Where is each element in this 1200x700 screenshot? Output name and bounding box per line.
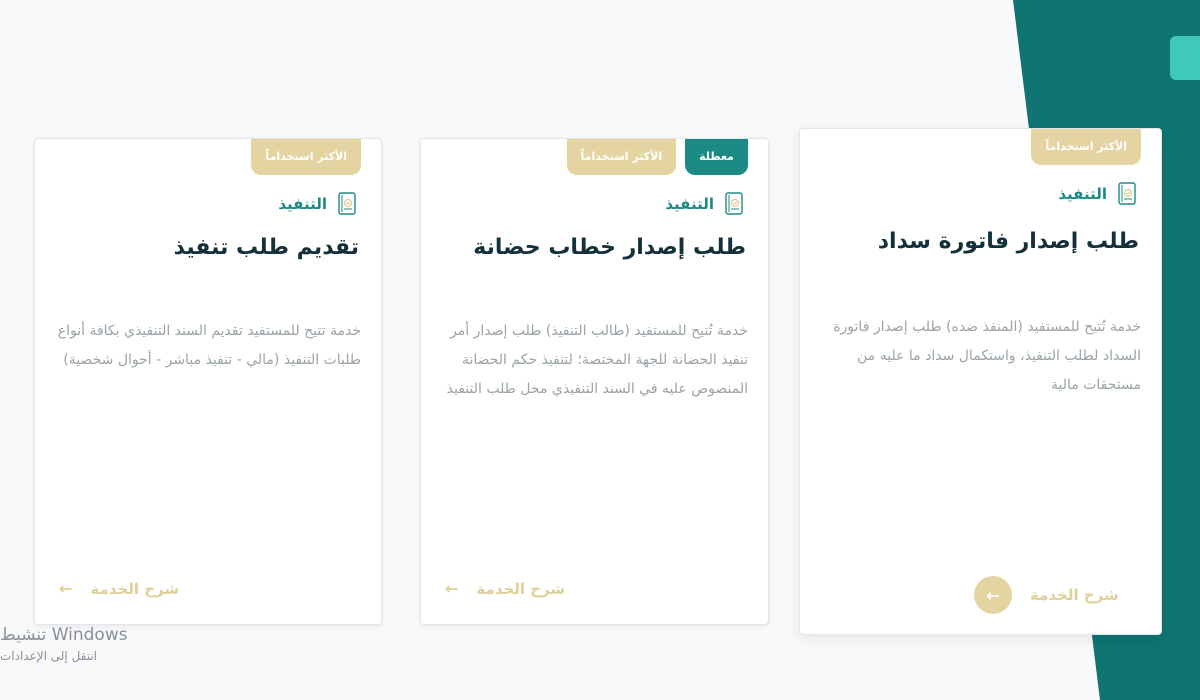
document-check-icon (1118, 182, 1136, 205)
arrow-left-icon[interactable]: ← (445, 579, 458, 598)
category-label: التنفيذ (665, 195, 714, 213)
service-title: طلب إصدار فاتورة سداد (877, 229, 1139, 254)
category: التنفيذ (278, 191, 359, 217)
service-card-execution-request[interactable]: الأكثر استخداماً التنفيذ تقديم طلب تنفيذ… (34, 138, 382, 625)
badges: الأكثر استخداماً (1031, 129, 1141, 165)
category: التنفيذ (1058, 181, 1139, 207)
service-card-payment-invoice[interactable]: الأكثر استخداماً التنفيذ طلب إصدار فاتور… (799, 128, 1162, 635)
side-tab-button[interactable] (1170, 36, 1200, 80)
badges: معطلة الأكثر استخداماً (566, 139, 748, 175)
category: التنفيذ (665, 191, 746, 217)
explanation-label: شرح الخدمة (1030, 586, 1119, 604)
service-explanation-link[interactable]: شرح الخدمة ← (59, 579, 179, 598)
most-used-badge: الأكثر استخداماً (566, 139, 677, 175)
service-title: تقديم طلب تنفيذ (173, 235, 359, 260)
service-description: خدمة تتيح للمستفيد تقديم السند التنفيذي … (57, 323, 361, 368)
watermark-subtitle: انتقل إلى الإعدادات (0, 649, 98, 663)
most-used-badge: الأكثر استخداماً (1031, 129, 1141, 165)
document-check-icon (725, 192, 743, 215)
explanation-label: شرح الخدمة (90, 579, 180, 598)
service-description: خدمة تُتيح للمستفيد (المنفذ ضده) طلب إصد… (833, 319, 1141, 393)
service-title: طلب إصدار خطاب حضانة (473, 235, 746, 260)
explanation-label: شرح الخدمة (476, 579, 566, 598)
badges: الأكثر استخداماً (251, 139, 361, 175)
arrow-left-icon[interactable]: ← (59, 579, 72, 598)
document-check-icon (338, 192, 356, 215)
category-label: التنفيذ (278, 195, 327, 213)
category-label: التنفيذ (1058, 185, 1107, 203)
service-description: خدمة تُتيح للمستفيد (طالب التنفيذ) طلب إ… (446, 323, 748, 397)
watermark-title: تنشيط Windows (0, 625, 128, 645)
most-used-badge: الأكثر استخداماً (251, 139, 361, 175)
service-explanation-link[interactable]: شرح الخدمة ← (445, 579, 565, 598)
arrow-left-icon[interactable]: ← (974, 576, 1012, 614)
disabled-status-badge: معطلة (685, 139, 748, 175)
service-explanation-link[interactable]: شرح الخدمة ← (974, 576, 1119, 614)
service-card-custody-letter[interactable]: معطلة الأكثر استخداماً التنفيذ طلب إصدار… (420, 138, 769, 625)
